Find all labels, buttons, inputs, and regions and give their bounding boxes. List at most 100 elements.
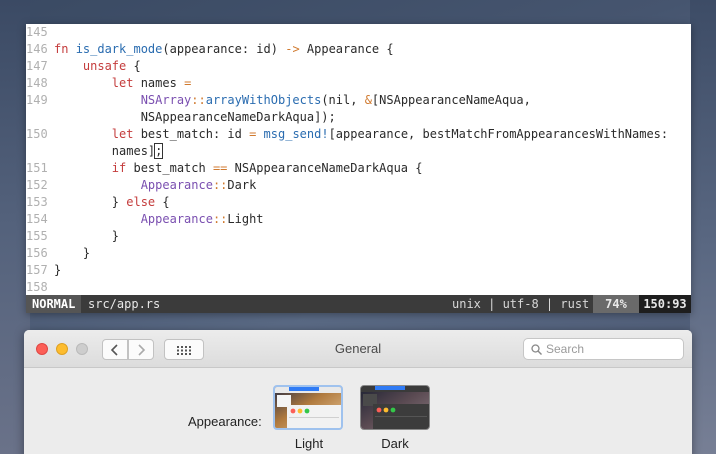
- code-line[interactable]: 158: [26, 279, 691, 295]
- code-text-row: let names =: [54, 75, 192, 92]
- code-token: Light: [227, 212, 264, 226]
- code-line[interactable]: 149 NSArray::arrayWithObjects(nil, &[NSA…: [26, 92, 691, 126]
- code-text-row: }: [54, 245, 90, 262]
- code-line[interactable]: 151 if best_match == NSAppearanceNameDar…: [26, 160, 691, 177]
- code-text: let best_match: id = msg_send![appearanc…: [54, 126, 668, 160]
- line-number: 152: [26, 178, 48, 192]
- code-token: names]: [54, 144, 156, 158]
- code-text-row: let best_match: id = msg_send![appearanc…: [54, 126, 668, 143]
- code-text-continuation: NSAppearanceNameDarkAqua]);: [54, 109, 531, 126]
- search-field[interactable]: [523, 338, 684, 360]
- code-token: ==: [212, 161, 228, 175]
- code-token: }: [54, 195, 127, 209]
- line-number: 147: [26, 59, 48, 73]
- code-token: best_match: id: [133, 127, 250, 141]
- code-text: Appearance::Dark: [54, 177, 257, 194]
- code-token: =: [184, 76, 192, 90]
- code-token: best_match: [126, 161, 213, 175]
- code-line[interactable]: 153 } else {: [26, 194, 691, 211]
- code-token: let: [111, 127, 134, 141]
- code-line[interactable]: 145: [26, 24, 691, 41]
- code-text: if best_match == NSAppearanceNameDarkAqu…: [54, 160, 423, 177]
- file-name: src/app.rs: [88, 297, 161, 311]
- code-token: NSArray: [140, 93, 192, 107]
- code-line[interactable]: 152 Appearance::Dark: [26, 177, 691, 194]
- code-token: msg_send!: [263, 127, 329, 141]
- preferences-window: General Appearance:: [24, 330, 692, 454]
- appearance-option-light[interactable]: [273, 385, 343, 430]
- code-text-row: if best_match == NSAppearanceNameDarkAqu…: [54, 160, 423, 177]
- code-token: }: [54, 263, 62, 277]
- code-text-continuation: names];: [54, 143, 668, 160]
- code-text: } else {: [54, 194, 170, 211]
- search-input[interactable]: [546, 341, 680, 357]
- code-token: unsafe: [82, 59, 127, 73]
- code-text-row: unsafe {: [54, 58, 141, 75]
- code-token: ::: [212, 212, 228, 226]
- code-line[interactable]: 150 let best_match: id = msg_send![appea…: [26, 126, 691, 160]
- code-text: }: [54, 245, 90, 262]
- scroll-percent: 74%: [593, 295, 639, 313]
- code-token: (nil,: [321, 93, 365, 107]
- line-number: 145: [26, 25, 48, 39]
- code-text-row: }: [54, 228, 119, 245]
- code-token: }: [54, 229, 120, 243]
- line-number: 157: [26, 263, 48, 277]
- code-token: Appearance: [140, 178, 213, 192]
- desktop-background-right: [690, 0, 716, 454]
- text-cursor: ;: [154, 143, 164, 159]
- mode-indicator: NORMAL: [26, 295, 82, 313]
- line-number: 158: [26, 280, 48, 294]
- code-line[interactable]: 157}: [26, 262, 691, 279]
- code-text: let names =: [54, 75, 192, 92]
- code-token: Appearance {: [299, 42, 394, 56]
- code-line[interactable]: 156 }: [26, 245, 691, 262]
- code-editor-window: 145 146 fn is_dark_mode(appearance: id) ->…: [26, 24, 691, 313]
- code-line[interactable]: 148 let names =: [26, 75, 691, 92]
- code-token: names: [133, 76, 185, 90]
- code-line[interactable]: 155 }: [26, 228, 691, 245]
- code-text: unsafe {: [54, 58, 141, 75]
- code-text: }: [54, 228, 119, 245]
- line-number: 155: [26, 229, 48, 243]
- code-text-row: Appearance::Dark: [54, 177, 257, 194]
- code-line[interactable]: 146 fn is_dark_mode(appearance: id) -> Ap…: [26, 41, 691, 58]
- code-token: ->: [285, 42, 300, 56]
- code-line[interactable]: 154 Appearance::Light: [26, 211, 691, 228]
- code-token: if: [111, 161, 127, 175]
- appearance-option-dark[interactable]: [360, 385, 430, 430]
- code-token: fn: [54, 42, 76, 56]
- line-number: 156: [26, 246, 48, 260]
- file-info: unix | utf-8 | rust: [452, 297, 590, 311]
- appearance-option-dark-label: Dark: [381, 436, 409, 451]
- line-number: 153: [26, 195, 48, 209]
- code-text-row: NSArray::arrayWithObjects(nil, &[NSAppea…: [54, 92, 531, 109]
- line-number: 149: [26, 93, 48, 107]
- code-token: {: [155, 195, 170, 209]
- code-token: {: [126, 59, 141, 73]
- code-token: arrayWithObjects: [205, 93, 322, 107]
- code-token: let: [111, 76, 134, 90]
- title-bar: General: [24, 330, 692, 368]
- code-area[interactable]: 145 146 fn is_dark_mode(appearance: id) ->…: [26, 24, 691, 295]
- code-text-row: }: [54, 262, 61, 279]
- code-token: }: [54, 246, 91, 260]
- code-line[interactable]: 147 unsafe {: [26, 58, 691, 75]
- code-text-row: Appearance::Light: [54, 211, 264, 228]
- line-number: 150: [26, 127, 48, 141]
- code-text: fn is_dark_mode(appearance: id) -> Appea…: [54, 41, 394, 58]
- line-number: 154: [26, 212, 48, 226]
- status-bar: NORMAL src/app.rs unix | utf-8 | rust 74…: [26, 295, 691, 313]
- line-number: 146: [26, 42, 48, 56]
- code-token: &: [364, 93, 372, 107]
- code-token: else: [126, 195, 156, 209]
- code-text: NSArray::arrayWithObjects(nil, &[NSAppea…: [54, 92, 531, 126]
- search-icon: [531, 344, 542, 355]
